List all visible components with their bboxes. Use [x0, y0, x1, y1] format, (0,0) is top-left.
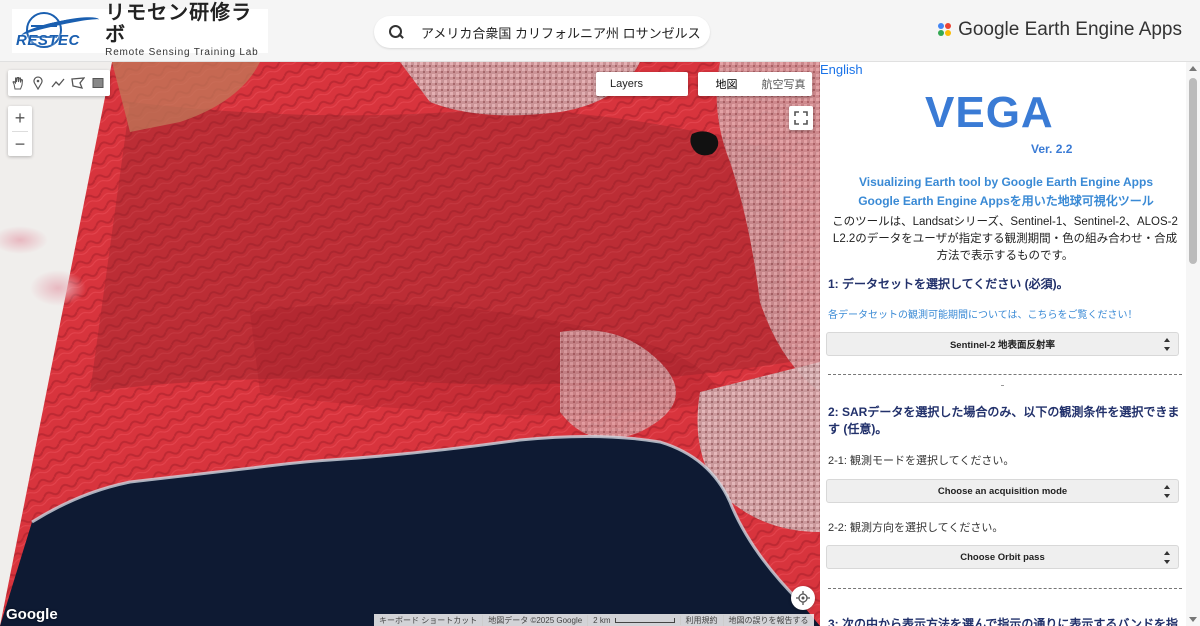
scroll-down-arrow-icon[interactable]: [1189, 617, 1197, 622]
zoom-in-button[interactable]: +: [8, 106, 32, 131]
divider-dot: [1001, 385, 1004, 386]
report-error-link[interactable]: 地図の誤りを報告する: [724, 615, 814, 626]
logo-brand: RESTEC: [16, 32, 80, 49]
map-type-toggle: 地図 航空写真: [698, 72, 812, 96]
acquisition-select-value: Choose an acquisition mode: [937, 485, 1068, 497]
dataset-period-link[interactable]: 各データセットの観測可能期間については、こちらをご覧ください！: [828, 306, 1138, 321]
step2-1-label: 2-1: 観測モードを選択してください。: [828, 455, 1015, 467]
dataset-select-value: Sentinel-2 地表面反射率: [949, 340, 1056, 351]
hand-pan-icon[interactable]: [8, 70, 28, 96]
section-divider: [828, 588, 1182, 589]
google-logo: Google: [6, 606, 58, 623]
zoom-out-button[interactable]: −: [8, 132, 32, 157]
acquisition-mode-select[interactable]: Choose an acquisition mode: [826, 479, 1179, 503]
map-attribution: キーボード ショートカット 地図データ ©2025 Google 2 km 利用…: [374, 614, 814, 626]
language-toggle-link[interactable]: English: [820, 62, 863, 77]
map-type-satellite[interactable]: 航空写真: [755, 72, 812, 96]
layers-button[interactable]: Layers: [596, 72, 688, 96]
dataset-select[interactable]: Sentinel-2 地表面反射率: [826, 332, 1179, 356]
intro-text: このツールは、Landsatシリーズ、Sentinel-1、Sentinel-2…: [832, 216, 1178, 262]
my-location-button[interactable]: [791, 586, 815, 610]
orbit-select-value: Choose Orbit pass: [960, 551, 1045, 563]
control-panel: English VEGA Ver. 2.2 Visualizing Earth …: [820, 62, 1200, 626]
scale-label: 2 km: [593, 615, 611, 625]
app-subtitle-jp: Google Earth Engine Appsを用いた地球可視化ツール: [858, 194, 1154, 208]
line-draw-icon[interactable]: [48, 70, 68, 96]
search-input[interactable]: アメリカ合衆国 カリフォルニア州 ロサンゼルス: [421, 23, 701, 42]
step1-heading: 1: データセットを選択してください (必須)。: [828, 277, 1069, 291]
zoom-control: + −: [8, 106, 32, 156]
satellite-imagery: [0, 62, 820, 626]
map-canvas[interactable]: + − Layers 地図 航空写真 Google キーボード ショートカット …: [0, 62, 820, 626]
section-divider: [828, 374, 1182, 375]
app-header: RESTEC リモセン研修ラボ Remote Sensing Training …: [0, 0, 1200, 62]
restec-globe-icon: RESTEC: [12, 9, 101, 53]
select-arrows-icon: [1164, 551, 1171, 564]
app-version: Ver. 2.2: [1031, 142, 1073, 156]
gee-apps-brand: Google Earth Engine Apps: [938, 19, 1182, 41]
fullscreen-icon: [794, 111, 808, 125]
drawing-tools: [8, 70, 110, 96]
crosshair-icon: [796, 591, 810, 605]
step2-2-label: 2-2: 観測方向を選択してください。: [828, 522, 1004, 534]
orbit-pass-select[interactable]: Choose Orbit pass: [826, 545, 1179, 569]
select-arrows-icon: [1164, 338, 1171, 351]
step3-heading: 3: 次の中から表示方法を選んで指示の通りに表示するバンドを指: [828, 617, 1179, 626]
keyboard-shortcuts-link[interactable]: キーボード ショートカット: [374, 614, 484, 626]
map-data-credit: 地図データ ©2025 Google: [483, 614, 589, 626]
scrollbar-thumb[interactable]: [1189, 78, 1197, 264]
app-subtitle-en: Visualizing Earth tool by Google Earth E…: [858, 175, 1154, 189]
search-icon[interactable]: [389, 25, 403, 39]
fullscreen-button[interactable]: [789, 106, 813, 130]
earth-engine-icon: [938, 23, 952, 37]
map-type-roadmap[interactable]: 地図: [698, 72, 755, 96]
step2-heading: 2: SARデータを選択した場合のみ、以下の観測条件を選択できます (任意)。: [828, 405, 1180, 436]
restec-logo[interactable]: RESTEC リモセン研修ラボ Remote Sensing Training …: [12, 2, 268, 58]
polygon-draw-icon[interactable]: [68, 70, 88, 96]
select-arrows-icon: [1164, 485, 1171, 498]
terms-link[interactable]: 利用規約: [681, 614, 724, 626]
logo-subtitle: Remote Sensing Training Lab: [105, 47, 259, 58]
panel-scrollbar[interactable]: [1186, 62, 1200, 626]
app-title: VEGA: [925, 88, 1054, 137]
app-brand-title: Google Earth Engine Apps: [958, 19, 1182, 40]
logo-title: リモセン研修ラボ: [105, 2, 253, 46]
marker-point-icon[interactable]: [28, 70, 48, 96]
scroll-up-arrow-icon[interactable]: [1189, 66, 1197, 71]
scale-bar: 2 km: [588, 615, 681, 625]
place-search-box[interactable]: アメリカ合衆国 カリフォルニア州 ロサンゼルス: [374, 16, 710, 48]
rectangle-draw-icon[interactable]: [88, 70, 108, 96]
